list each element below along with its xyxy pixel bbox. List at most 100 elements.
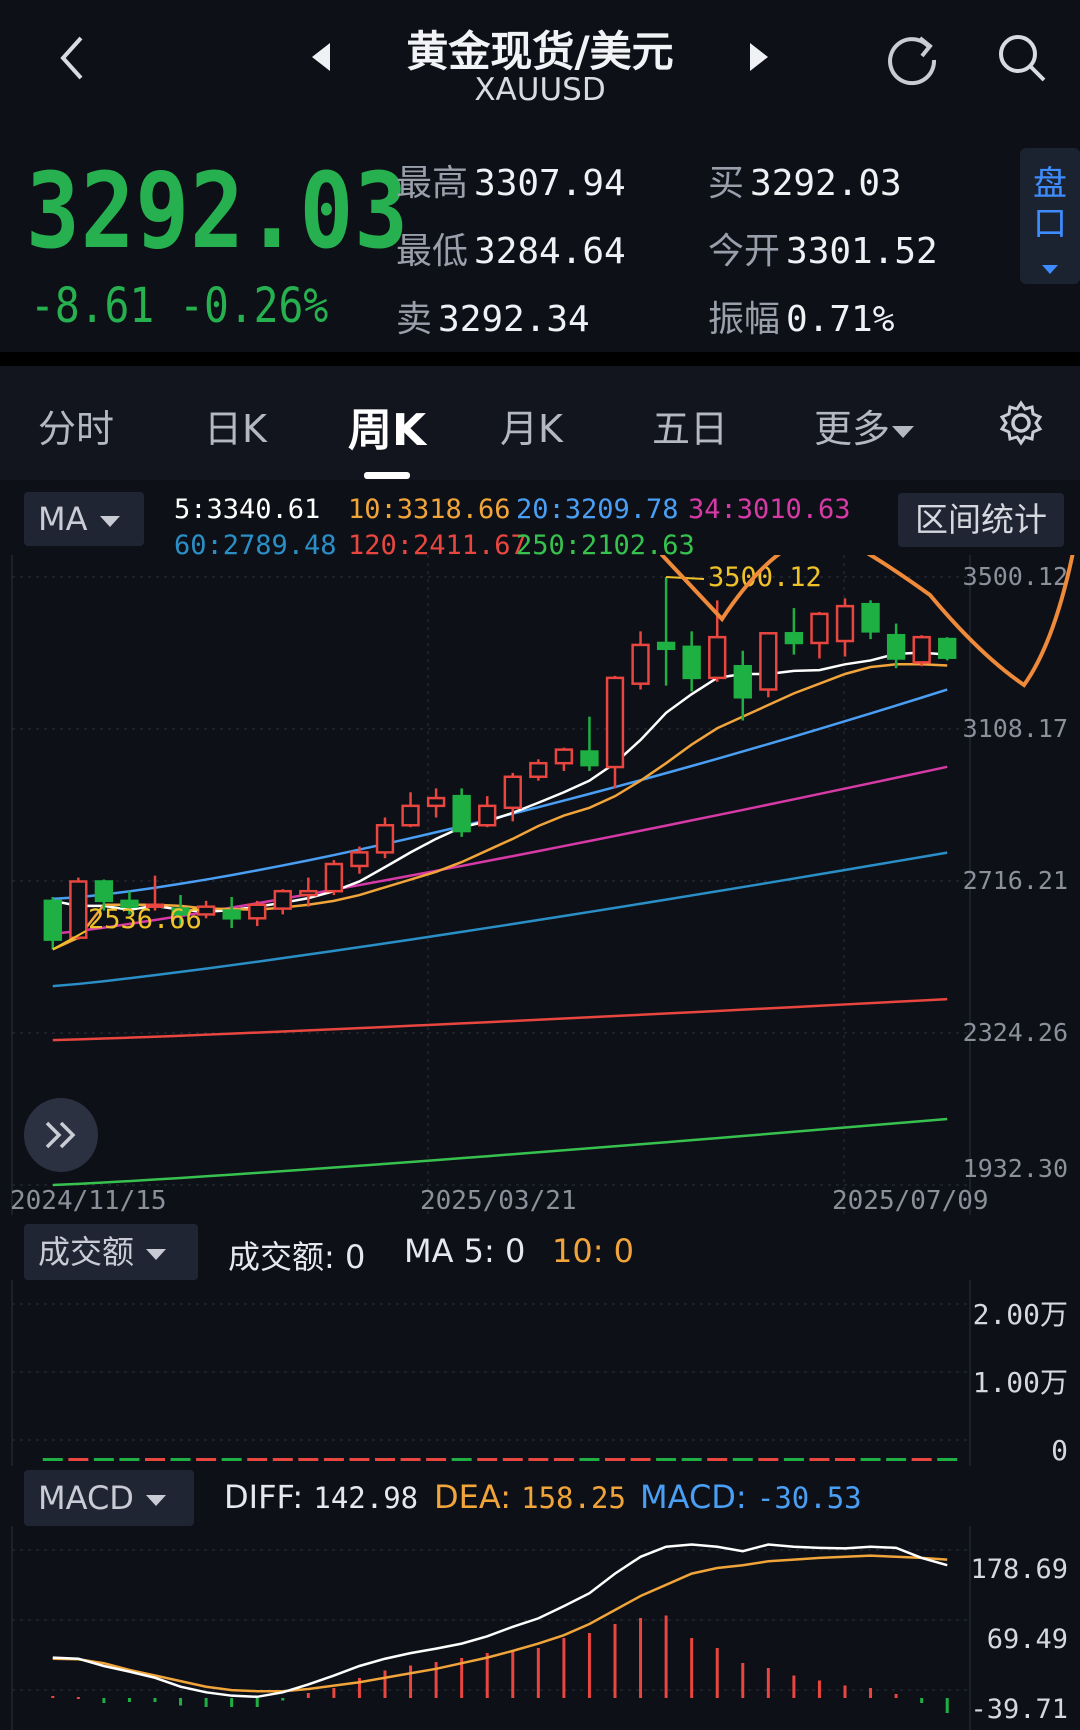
tab-monthly-k[interactable]: 月K (500, 398, 563, 453)
candle-body (401, 804, 420, 827)
y-tick-label: 2716.21 (963, 866, 1068, 895)
stat-open: 今开 3301.52 (708, 231, 938, 272)
macd-histogram-bar (306, 1693, 310, 1698)
ma-selector[interactable]: MA (24, 492, 144, 546)
macd-histogram-bar (869, 1688, 873, 1698)
range-stats-button[interactable]: 区间统计 (898, 493, 1064, 547)
tab-daily-k[interactable]: 日K (204, 398, 267, 453)
active-tab-indicator (364, 472, 410, 479)
ma10-value: 10:3318.66 (348, 494, 511, 525)
macd-histogram-bar (383, 1670, 387, 1698)
candle-body (350, 851, 369, 868)
candle-body (43, 899, 62, 941)
macd-histogram-bar (127, 1698, 131, 1702)
volume-tick-label: 2.00万 (973, 1298, 1068, 1331)
volume-selector[interactable]: 成交额 (24, 1224, 198, 1280)
price-change: -8.61 -0.26% (30, 278, 329, 334)
candle-body (810, 612, 829, 645)
volume-bar (477, 1458, 498, 1461)
macd-histogram-bar (485, 1653, 489, 1698)
candle-body (452, 794, 471, 833)
macd-histogram-bar (664, 1615, 668, 1698)
candle-body (759, 632, 778, 691)
volume-bar (145, 1458, 165, 1461)
volume-ma5: MA 5: 0 (404, 1232, 526, 1270)
tab-weekly-k[interactable]: 周K (348, 394, 426, 458)
y-tick-label: 3500.12 (963, 562, 1068, 591)
y-tick-label: 2324.26 (963, 1018, 1068, 1047)
macd-histogram-bar (536, 1648, 540, 1698)
macd-histogram-bar (511, 1650, 515, 1698)
candle-body (375, 823, 395, 854)
macd-histogram-bar (332, 1688, 336, 1698)
volume-bar (886, 1458, 907, 1461)
candle-body (503, 775, 522, 810)
y-tick-label: 1932.30 (963, 1154, 1068, 1183)
candle-body (682, 645, 701, 680)
candlestick-chart[interactable]: 3500.123108.172716.212324.261932.303500.… (0, 555, 1080, 1215)
x-tick-label: 2025/03/21 (420, 1186, 577, 1215)
next-symbol-icon[interactable] (744, 38, 774, 76)
x-tick-label: 2025/07/09 (832, 1186, 989, 1215)
macd-histogram-bar (76, 1697, 80, 1699)
volume-bar (170, 1458, 191, 1461)
fast-forward-button[interactable] (24, 1098, 98, 1172)
volume-ma10: 10: 0 (552, 1232, 635, 1270)
caret-down-icon (892, 425, 915, 438)
macd-tick-label: 69.49 (987, 1624, 1068, 1655)
settings-gear-icon[interactable] (996, 398, 1046, 448)
candle-body (708, 635, 727, 680)
volume-bar (323, 1458, 344, 1461)
macd-histogram-bar (792, 1675, 796, 1698)
ma5-value: 5:3340.61 (174, 494, 321, 525)
volume-bar (809, 1458, 830, 1461)
volume-bar (272, 1458, 293, 1461)
candle-body (784, 632, 804, 645)
macd-value: MACD: -30.53 (640, 1478, 862, 1516)
ma250-line (52, 1117, 948, 1187)
tab-more[interactable]: 更多 (814, 398, 915, 453)
macd-selector[interactable]: MACD (24, 1470, 194, 1526)
candle-body (938, 637, 957, 659)
macd-histogram-bar (281, 1698, 285, 1701)
order-book-label: 盘口 (1033, 164, 1067, 244)
volume-tick-label: 1.00万 (973, 1366, 1068, 1399)
candle-body (299, 889, 318, 897)
order-book-toggle[interactable]: 盘口 (1020, 148, 1080, 284)
ma20-value: 20:3209.78 (516, 494, 679, 525)
macd-histogram-bar (255, 1698, 259, 1707)
macd-histogram-bar (817, 1680, 821, 1698)
candle-body (835, 604, 855, 643)
search-icon[interactable] (992, 28, 1052, 88)
candle-body (631, 643, 650, 685)
volume-bar (528, 1458, 549, 1461)
volume-value: 成交额: 0 (228, 1238, 366, 1276)
volume-bar (119, 1458, 140, 1461)
macd-histogram-bar (409, 1665, 413, 1698)
candle-body (529, 761, 548, 779)
volume-bar (937, 1458, 958, 1461)
stat-high: 最高 3307.94 (396, 163, 626, 204)
candle-body (861, 602, 880, 633)
double-chevron-icon (45, 1121, 76, 1149)
volume-bar (579, 1458, 600, 1461)
volume-chart: 2.00万 1.00万 0 (11, 1280, 1068, 1466)
volume-bar (426, 1458, 447, 1461)
candle-body (222, 909, 241, 920)
macd-histogram-bar (894, 1694, 898, 1698)
macd-histogram-bar (766, 1668, 770, 1698)
macd-histogram-bar (153, 1698, 157, 1702)
ma5-line (52, 651, 948, 913)
volume-bar (451, 1458, 472, 1461)
volume-bar (835, 1458, 855, 1461)
macd-dea: DEA: 158.25 (434, 1478, 626, 1516)
stat-bid: 买 3292.03 (708, 163, 902, 204)
tab-five-day[interactable]: 五日 (652, 398, 728, 453)
section-divider (0, 352, 1080, 366)
stat-low: 最低 3284.64 (396, 231, 626, 272)
macd-tick-label: 178.69 (970, 1554, 1068, 1585)
volume-bar (605, 1458, 625, 1461)
refresh-icon[interactable] (882, 28, 942, 88)
candle-body (605, 676, 625, 769)
tab-intraday[interactable]: 分时 (38, 398, 114, 453)
